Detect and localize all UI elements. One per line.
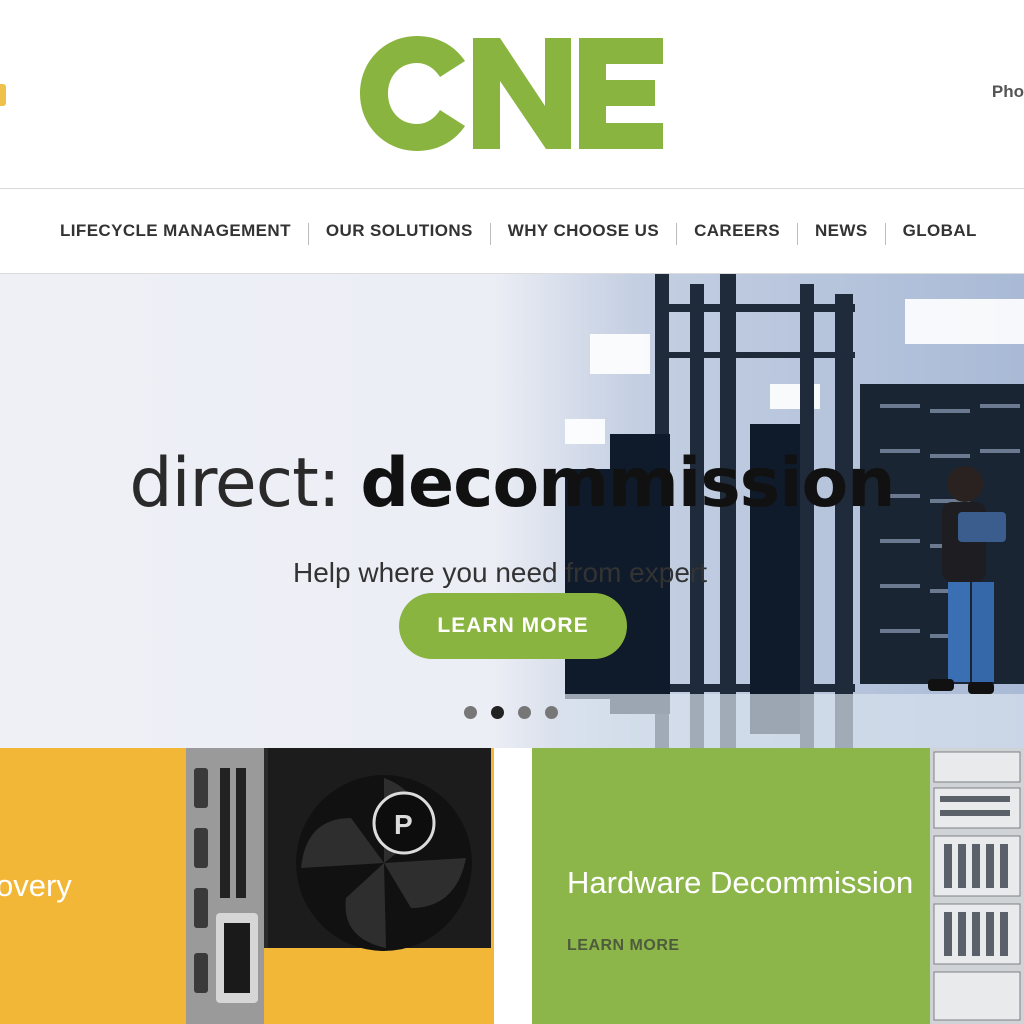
hero-title-bold: decommission (360, 444, 895, 523)
svg-text:P: P (394, 809, 413, 840)
hero-learn-more-button[interactable]: LEARN MORE (399, 593, 627, 659)
nav-global[interactable]: GLOBAL (903, 221, 977, 241)
phone-label[interactable]: Pho (992, 82, 1024, 102)
nav-news[interactable]: NEWS (815, 221, 868, 241)
hero-title-light: direct: (129, 444, 340, 523)
service-card-hardware-decommission[interactable]: Hardware Decommission LEARN MORE (532, 748, 1024, 1024)
carousel-dot-3[interactable] (518, 706, 531, 719)
service-card-recovery[interactable]: overy P (0, 748, 494, 1024)
nav-divider (797, 223, 798, 245)
cne-logo[interactable] (360, 36, 665, 151)
nav-why-choose-us[interactable]: WHY CHOOSE US (508, 221, 659, 241)
hero-carousel: direct: decommission Help where you need… (0, 274, 1024, 748)
graphics-card-photo: P (186, 748, 494, 1024)
carousel-dot-1[interactable] (464, 706, 477, 719)
carousel-dots (464, 706, 558, 719)
hero-subtitle: Help where you need from expert (293, 557, 707, 588)
nav-careers[interactable]: CAREERS (694, 221, 780, 241)
nav-divider (489, 223, 491, 245)
carousel-dot-4[interactable] (545, 706, 558, 719)
service-card-title: Hardware Decommission (567, 865, 914, 900)
nav-divider (884, 223, 886, 245)
main-navigation: LIFECYCLE MANAGEMENT OUR SOLUTIONS WHY C… (0, 189, 1024, 274)
hero-title: direct: decommission (0, 444, 1024, 523)
nav-divider (307, 223, 309, 245)
server-rack-photo (930, 748, 1024, 1024)
nav-our-solutions[interactable]: OUR SOLUTIONS (326, 221, 473, 241)
nav-lifecycle-management[interactable]: LIFECYCLE MANAGEMENT (60, 221, 291, 241)
carousel-dot-2[interactable] (491, 706, 504, 719)
nav-divider (676, 223, 678, 245)
service-card-title: overy (0, 868, 72, 903)
partial-header-element (0, 84, 6, 106)
card-gap (494, 748, 532, 1024)
site-header: Pho (0, 0, 1024, 189)
service-card-learn-more-link[interactable]: LEARN MORE (567, 937, 680, 955)
